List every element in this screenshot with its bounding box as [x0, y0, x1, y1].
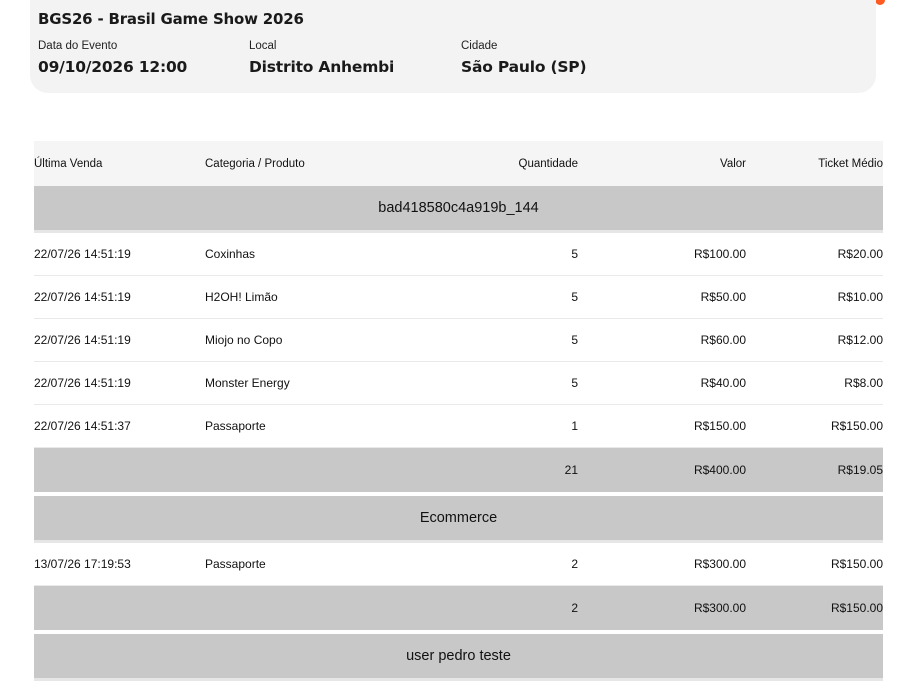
event-city-field: Cidade São Paulo (SP)	[461, 40, 587, 76]
event-title: BGS26 - Brasil Game Show 2026	[38, 10, 304, 28]
header-last-sale: Última Venda	[34, 157, 103, 170]
cell-product: Miojo no Copo	[205, 333, 283, 347]
group-total-row: 2 R$300.00 R$150.00	[34, 586, 883, 630]
total-value: R$400.00	[693, 463, 746, 477]
total-ticket: R$150.00	[830, 601, 883, 615]
group-header-row: bad418580c4a919b_144	[34, 186, 883, 230]
cell-value: R$150.00	[693, 419, 746, 433]
group-label: bad418580c4a919b_144	[378, 200, 539, 216]
event-city-value: São Paulo (SP)	[461, 58, 587, 76]
sales-report-table: Última Venda Categoria / Produto Quantid…	[34, 141, 883, 681]
table-row: 22/07/26 14:51:19 Monster Energy 5 R$40.…	[34, 362, 883, 405]
cell-value: R$50.00	[700, 290, 746, 304]
accent-corner-right	[875, 0, 885, 5]
cell-ticket: R$150.00	[830, 557, 883, 571]
header-ticket: Ticket Médio	[818, 157, 883, 170]
cell-quantity: 5	[571, 376, 578, 390]
cell-quantity: 5	[571, 333, 578, 347]
cell-value: R$60.00	[700, 333, 746, 347]
group-total-row: 21 R$400.00 R$19.05	[34, 448, 883, 492]
table-row: 22/07/26 14:51:19 Coxinhas 5 R$100.00 R$…	[34, 233, 883, 276]
cell-date: 22/07/26 14:51:19	[34, 376, 131, 390]
cell-date: 22/07/26 14:51:19	[34, 290, 131, 304]
cell-date: 22/07/26 14:51:37	[34, 419, 131, 433]
group-header-row: Ecommerce	[34, 496, 883, 540]
cell-date: 22/07/26 14:51:19	[34, 247, 131, 261]
event-place-label: Local	[249, 40, 277, 52]
table-row: 22/07/26 14:51:19 H2OH! Limão 5 R$50.00 …	[34, 276, 883, 319]
cell-ticket: R$8.00	[844, 376, 883, 390]
total-ticket: R$19.05	[837, 463, 883, 477]
group-label: user pedro teste	[406, 648, 511, 664]
cell-product: H2OH! Limão	[205, 290, 278, 304]
cell-quantity: 5	[571, 247, 578, 261]
event-city-label: Cidade	[461, 40, 498, 52]
cell-value: R$100.00	[693, 247, 746, 261]
cell-ticket: R$150.00	[830, 419, 883, 433]
event-date-label: Data do Evento	[38, 40, 118, 52]
cell-ticket: R$20.00	[837, 247, 883, 261]
total-quantity: 2	[571, 601, 578, 615]
cell-product: Monster Energy	[205, 376, 290, 390]
cell-ticket: R$12.00	[837, 333, 883, 347]
cell-date: 22/07/26 14:51:19	[34, 333, 131, 347]
event-date-field: Data do Evento 09/10/2026 12:00	[38, 40, 187, 76]
cell-product: Passaporte	[205, 557, 266, 571]
event-info-card: BGS26 - Brasil Game Show 2026 Data do Ev…	[30, 0, 876, 93]
event-place-value: Distrito Anhembi	[249, 58, 395, 76]
cell-ticket: R$10.00	[837, 290, 883, 304]
cell-date: 13/07/26 17:19:53	[34, 557, 131, 571]
cell-value: R$300.00	[693, 557, 746, 571]
cell-value: R$40.00	[700, 376, 746, 390]
group-divider	[34, 678, 883, 681]
total-value: R$300.00	[693, 601, 746, 615]
event-date-value: 09/10/2026 12:00	[38, 58, 188, 76]
header-value: Valor	[720, 157, 746, 170]
table-row: 22/07/26 14:51:37 Passaporte 1 R$150.00 …	[34, 405, 883, 448]
total-quantity: 21	[564, 463, 578, 477]
cell-quantity: 2	[571, 557, 578, 571]
table-row: 22/07/26 14:51:19 Miojo no Copo 5 R$60.0…	[34, 319, 883, 362]
header-category: Categoria / Produto	[205, 157, 305, 170]
group-label: Ecommerce	[419, 510, 498, 526]
cell-product: Passaporte	[205, 419, 266, 433]
event-place-field: Local Distrito Anhembi	[249, 40, 394, 76]
group-header-row: user pedro teste	[34, 634, 883, 678]
cell-product: Coxinhas	[205, 247, 256, 261]
header-quantity: Quantidade	[518, 157, 578, 170]
table-row: 13/07/26 17:19:53 Passaporte 2 R$300.00 …	[34, 543, 883, 586]
cell-quantity: 1	[571, 419, 578, 433]
table-header-row: Última Venda Categoria / Produto Quantid…	[34, 141, 883, 186]
cell-quantity: 5	[571, 290, 578, 304]
